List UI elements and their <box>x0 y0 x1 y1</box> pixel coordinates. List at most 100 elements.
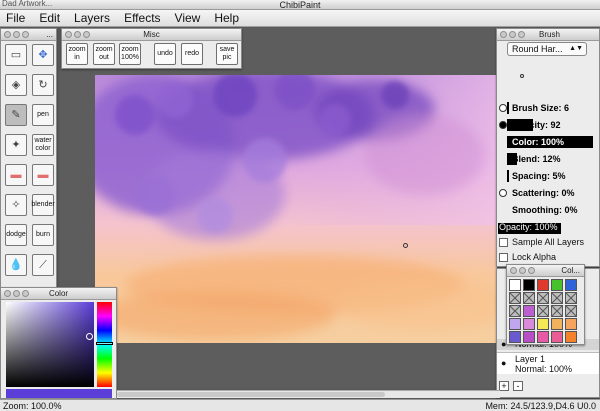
zoom-icon[interactable] <box>518 31 525 38</box>
undo-button[interactable]: undo <box>154 43 176 65</box>
scrollbar-thumb[interactable] <box>117 392 385 397</box>
blender-tool[interactable]: blender <box>31 194 55 216</box>
swatch[interactable] <box>523 292 535 304</box>
rotate-tool[interactable]: ↻ <box>32 74 54 96</box>
brush-row[interactable]: Color: 100% <box>497 135 600 149</box>
move-tool[interactable]: ✥ <box>32 44 54 66</box>
lock-alpha-checkbox[interactable]: Lock Alpha <box>499 252 556 262</box>
fill-tool[interactable]: ◈ <box>5 74 27 96</box>
airbrush-tool[interactable]: ✦ <box>5 134 27 156</box>
close-icon[interactable] <box>4 31 11 38</box>
brush-row[interactable]: Brush Size: 6 <box>497 101 600 115</box>
swatch[interactable] <box>537 292 549 304</box>
saturation-value-picker[interactable] <box>6 302 94 387</box>
eyedropper-tool[interactable]: ⟋ <box>32 254 54 276</box>
zoom-icon[interactable] <box>22 31 29 38</box>
swatch[interactable] <box>537 331 549 343</box>
add-layer-button[interactable]: + <box>499 381 509 391</box>
swatch[interactable] <box>537 279 549 291</box>
remove-layer-button[interactable]: - <box>513 381 523 391</box>
swatch[interactable] <box>509 318 521 330</box>
radio-selected-icon[interactable] <box>499 121 507 129</box>
hue-slider[interactable] <box>96 302 113 387</box>
dodge-tool[interactable]: dodge <box>5 224 27 246</box>
brush-row[interactable]: Spacing: 5% <box>497 169 600 183</box>
brush-row[interactable]: Opacity: 92 <box>497 118 600 132</box>
menu-layers[interactable]: Layers <box>74 11 110 25</box>
close-icon[interactable] <box>500 31 507 38</box>
swatch[interactable] <box>565 305 577 317</box>
swatch[interactable] <box>551 292 563 304</box>
brush-row[interactable]: Blend: 12% <box>497 152 600 166</box>
sample-all-layers-checkbox[interactable]: Sample All Layers <box>499 237 584 247</box>
pen-tool[interactable]: pen <box>32 104 54 126</box>
close-icon[interactable] <box>510 267 517 274</box>
brush-row[interactable]: Smoothing: 0% <box>497 203 600 217</box>
swatch[interactable] <box>565 279 577 291</box>
radio-icon[interactable] <box>499 189 507 197</box>
layer-visibility-icon[interactable]: ● <box>501 358 506 368</box>
painting-canvas[interactable] <box>95 75 497 343</box>
minimize-icon[interactable] <box>13 290 20 297</box>
brush-titlebar: Brush <box>497 29 599 41</box>
status-bar: Zoom: 100.0% Mem: 24.5/123.9,D4.6 U0.0 <box>0 399 600 411</box>
swatch[interactable] <box>509 305 521 317</box>
swatch[interactable] <box>565 318 577 330</box>
swatch[interactable] <box>537 318 549 330</box>
menu-help[interactable]: Help <box>214 11 239 25</box>
eraser-tool[interactable]: ▬ <box>5 164 27 186</box>
watercolor-tool[interactable]: water color <box>32 134 54 156</box>
smudge-tool[interactable]: ✧ <box>5 194 27 216</box>
swatch[interactable] <box>551 331 563 343</box>
swatch[interactable] <box>565 331 577 343</box>
swatches-titlebar: Col... <box>507 265 584 277</box>
tools-panel: ... ▭ ✥ ◈ ↻ ✎ pen ✦ water color ▬ ▬ ✧ blender dodge b… <box>0 28 57 288</box>
swatch[interactable] <box>523 331 535 343</box>
brush-row[interactable]: Scattering: 0% <box>497 186 600 200</box>
opacity-slider[interactable]: Opacity: 100% <box>499 222 558 232</box>
zoom-in-button[interactable]: zoom in <box>66 43 88 65</box>
blur-tool[interactable]: 💧 <box>5 254 27 276</box>
swatch[interactable] <box>523 279 535 291</box>
menu-file[interactable]: File <box>6 11 25 25</box>
menu-view[interactable]: View <box>175 11 201 25</box>
close-icon[interactable] <box>65 31 72 38</box>
burn-tool[interactable]: burn <box>32 224 54 246</box>
swatch[interactable] <box>551 279 563 291</box>
swatch[interactable] <box>509 331 521 343</box>
menu-effects[interactable]: Effects <box>124 11 160 25</box>
swatch[interactable] <box>551 318 563 330</box>
radio-icon[interactable] <box>499 104 507 112</box>
close-icon[interactable] <box>4 290 11 297</box>
brush-row-label: Blend: 12% <box>512 154 561 164</box>
swatch[interactable] <box>523 318 535 330</box>
hue-slider-handle[interactable] <box>96 342 113 345</box>
menu-edit[interactable]: Edit <box>39 11 60 25</box>
swatch[interactable] <box>509 279 521 291</box>
pencil-tool[interactable]: ✎ <box>5 104 27 126</box>
swatch[interactable] <box>509 292 521 304</box>
zoom-100-button[interactable]: zoom 100% <box>119 43 141 65</box>
rect-select-tool[interactable]: ▭ <box>5 44 27 66</box>
save-pic-button[interactable]: save pic <box>216 43 238 65</box>
brush-row-label: Opacity: 92 <box>512 120 561 130</box>
zoom-icon[interactable] <box>83 31 90 38</box>
misc-panel: Misc zoom in zoom out zoom 100% undo red… <box>61 28 242 69</box>
zoom-icon[interactable] <box>528 267 535 274</box>
pen-label: pen <box>37 111 49 118</box>
swatch[interactable] <box>551 305 563 317</box>
zoom-out-button[interactable]: zoom out <box>93 43 115 65</box>
minimize-icon[interactable] <box>509 31 516 38</box>
swatch[interactable] <box>523 305 535 317</box>
zoom-icon[interactable] <box>22 290 29 297</box>
swatch[interactable] <box>565 292 577 304</box>
layer-row[interactable]: ● Layer 1 Normal: 100% <box>497 352 599 374</box>
minimize-icon[interactable] <box>13 31 20 38</box>
minimize-icon[interactable] <box>519 267 526 274</box>
minimize-icon[interactable] <box>74 31 81 38</box>
horizontal-scrollbar[interactable] <box>117 390 500 398</box>
swatch[interactable] <box>537 305 549 317</box>
soft-eraser-tool[interactable]: ▬ <box>32 164 54 186</box>
brush-preset-select[interactable]: Round Har... ▲▼ <box>507 42 587 56</box>
redo-button[interactable]: redo <box>181 43 203 65</box>
